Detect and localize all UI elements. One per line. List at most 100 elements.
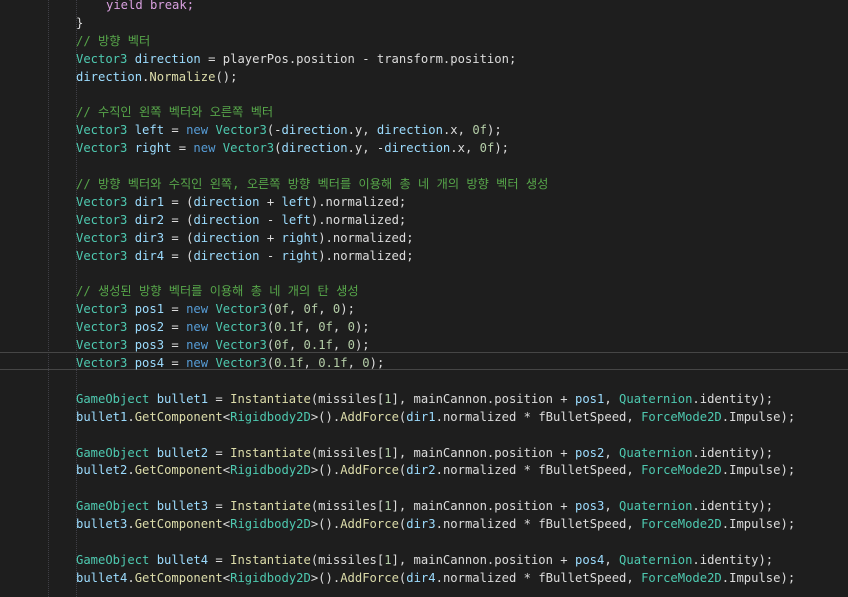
code-token: dir2	[134, 212, 165, 227]
code-line-current[interactable]: Vector3 pos4 = new Vector3(0.1f, 0.1f, 0…	[76, 354, 384, 372]
code-token: right	[134, 141, 172, 156]
code-line[interactable]: bullet3.GetComponent<Rigidbody2D>().AddF…	[76, 515, 795, 533]
code-token: GameObject	[76, 445, 150, 460]
code-token: direction	[193, 230, 260, 245]
code-token: .x,	[450, 141, 480, 156]
code-line[interactable]: Vector3 dir3 = (direction + right).norma…	[76, 229, 414, 247]
code-token: >().	[310, 517, 341, 532]
code-token: Vector3	[215, 356, 267, 370]
code-token: +	[259, 194, 282, 209]
code-token: Vector3	[76, 123, 128, 138]
code-token: bullet4	[156, 552, 209, 567]
code-token: (missiles[	[310, 445, 385, 460]
code-line[interactable]: Vector3 dir2 = (direction - left).normal…	[76, 211, 406, 229]
code-line[interactable]: Vector3 dir1 = (direction + left).normal…	[76, 193, 406, 211]
code-line[interactable]: GameObject bullet3 = Instantiate(missile…	[76, 497, 773, 515]
code-token: -	[259, 248, 282, 263]
code-token: pos1	[134, 302, 165, 317]
code-token: Instantiate	[230, 445, 311, 460]
code-line[interactable]: // 방향 벡터	[76, 32, 150, 50]
code-line[interactable]: Vector3 right = new Vector3(direction.y,…	[76, 139, 509, 157]
code-token: ,	[288, 302, 304, 317]
code-token: 1	[384, 499, 392, 514]
code-token: ForceMode2D	[641, 570, 722, 585]
code-token: =	[164, 338, 187, 353]
code-token: ForceMode2D	[641, 409, 722, 424]
code-line[interactable]: Vector3 pos3 = new Vector3(0f, 0.1f, 0);	[76, 336, 370, 354]
code-line[interactable]: bullet1.GetComponent<Rigidbody2D>().AddF…	[76, 408, 795, 426]
code-token: GetComponent	[134, 409, 223, 424]
code-token: = (	[164, 212, 194, 227]
code-token: ], mainCannon.position +	[391, 499, 575, 514]
code-token: (missiles[	[310, 552, 385, 567]
code-token: dir1	[134, 194, 165, 209]
code-token: = (	[164, 230, 194, 245]
code-line[interactable]: Vector3 pos1 = new Vector3(0f, 0f, 0);	[76, 300, 355, 318]
code-token: .x,	[442, 123, 473, 138]
code-token: ,	[288, 338, 304, 353]
code-token: dir4	[134, 248, 165, 263]
code-token: direction	[76, 69, 143, 84]
code-token: Vector3	[76, 320, 128, 335]
code-line[interactable]: // 방향 벡터와 수직인 왼쪽, 오른쪽 방향 벡터를 이용해 총 네 개의 …	[76, 175, 548, 193]
code-token: dir1	[406, 409, 436, 424]
code-token: );	[354, 320, 370, 335]
code-token: =	[171, 141, 194, 156]
code-line[interactable]: Vector3 left = new Vector3(-direction.y,…	[76, 121, 502, 139]
code-token: Instantiate	[230, 391, 311, 406]
code-token: (missiles[	[310, 499, 385, 514]
code-line[interactable]: Vector3 dir4 = (direction - right).norma…	[76, 247, 414, 265]
code-token: new	[186, 356, 209, 370]
code-token: .	[127, 409, 135, 424]
code-line[interactable]: bullet4.GetComponent<Rigidbody2D>().AddF…	[76, 569, 795, 587]
code-token: (	[274, 141, 282, 156]
code-line[interactable]: direction.Normalize();	[76, 68, 237, 86]
code-token: ,	[604, 552, 620, 567]
code-line[interactable]: // 생성된 방향 벡터를 이용해 총 네 개의 탄 생성	[76, 282, 359, 300]
code-editor[interactable]: yield break;} // 방향 벡터 Vector3 direction =…	[0, 0, 848, 597]
code-token: ,	[332, 320, 348, 335]
code-token: pos4	[574, 552, 605, 567]
code-token: 0f	[274, 338, 289, 353]
code-line[interactable]: yield break;	[106, 0, 194, 14]
code-token: pos3	[574, 499, 605, 514]
code-line[interactable]: }	[76, 14, 83, 32]
code-token: .	[127, 570, 135, 585]
code-token: new	[186, 302, 209, 317]
code-token: direction	[384, 141, 451, 156]
code-token: );	[340, 302, 355, 317]
code-token: Vector3	[215, 302, 267, 317]
code-line[interactable]: GameObject bullet1 = Instantiate(missile…	[76, 390, 773, 408]
code-token: 0f	[318, 320, 333, 335]
code-token: ForceMode2D	[641, 517, 722, 532]
code-token: .	[127, 517, 135, 532]
code-token: bullet1	[156, 391, 209, 406]
code-line[interactable]: Vector3 direction = playerPos.position -…	[76, 50, 516, 68]
code-token: );	[494, 141, 510, 156]
code-token: =	[208, 391, 231, 406]
code-token: Vector3	[76, 194, 128, 209]
code-token: right	[281, 248, 319, 263]
code-token: 0.1f	[274, 356, 304, 370]
code-line[interactable]: GameObject bullet2 = Instantiate(missile…	[76, 444, 773, 462]
code-token: dir2	[406, 463, 436, 478]
indent-guide	[48, 0, 49, 597]
code-line[interactable]: bullet2.GetComponent<Rigidbody2D>().AddF…	[76, 461, 795, 479]
code-token: Quaternion	[619, 552, 693, 567]
code-token: pos3	[134, 338, 165, 353]
code-token: .normalized * fBulletSpeed,	[435, 409, 642, 424]
code-token: // 수직인 왼쪽 벡터와 오른쪽 벡터	[76, 105, 274, 120]
code-token: ).normalized;	[310, 194, 407, 209]
code-line[interactable]: Vector3 pos2 = new Vector3(0.1f, 0f, 0);	[76, 318, 370, 336]
code-line[interactable]: GameObject bullet4 = Instantiate(missile…	[76, 551, 773, 569]
code-token: = (	[164, 248, 194, 263]
code-token: .Impulse);	[721, 517, 796, 532]
code-token: pos4	[134, 356, 165, 370]
code-token: ,	[347, 356, 363, 370]
code-line[interactable]: // 수직인 왼쪽 벡터와 오른쪽 벡터	[76, 103, 273, 121]
